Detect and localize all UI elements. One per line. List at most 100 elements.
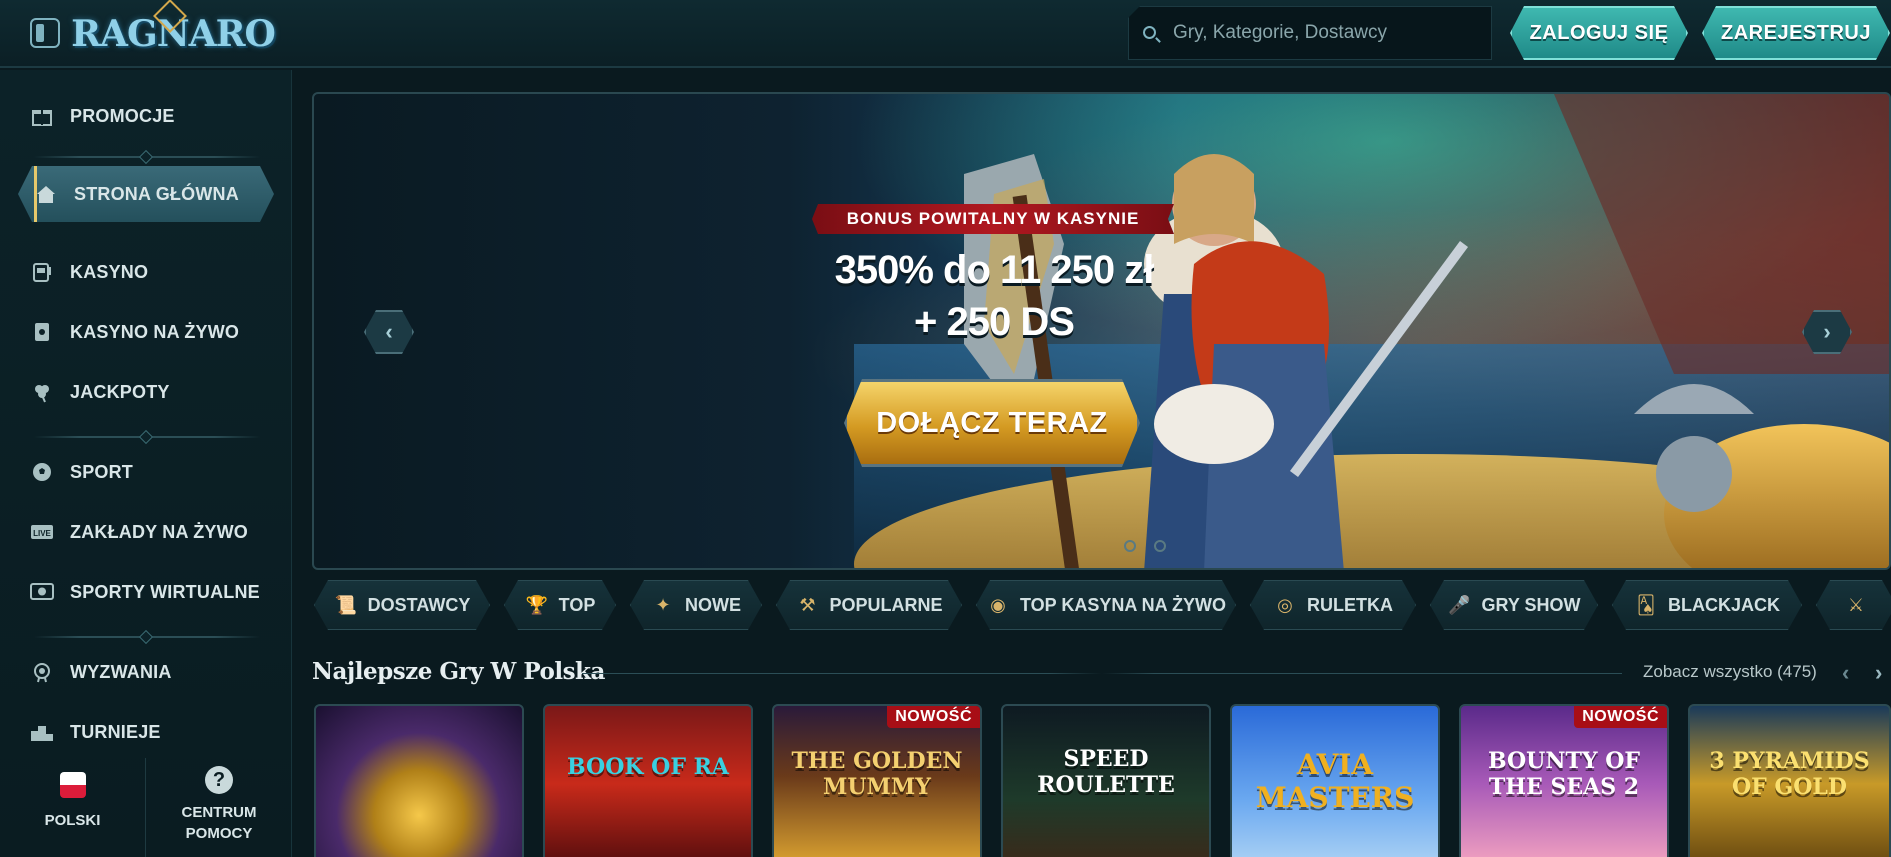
cards-icon: 🂡 [1636, 594, 1656, 615]
language-label: POLSKI [44, 812, 101, 829]
sidebar-item-promocje[interactable]: PROMOCJE [30, 96, 270, 136]
chevron-right-icon: › [1823, 319, 1831, 344]
promo-subheadline: + 250 DS [914, 300, 1075, 344]
category-blackjack[interactable]: 🂡 BLACKJACK [1612, 580, 1802, 630]
logo[interactable]: RAGNARO [71, 6, 276, 62]
sidebar: PROMOCJE STRONA GŁÓWNA KASYNO KASYNO NA … [0, 70, 292, 857]
sidebar-item-label: TURNIEJE [70, 721, 161, 742]
sidebar-item-label: KASYNO NA ŻYWO [70, 321, 240, 342]
carousel-dot[interactable] [1154, 540, 1166, 552]
microphone-icon: 🎤 [1448, 594, 1471, 615]
category-more[interactable]: ⚔ [1816, 580, 1891, 630]
question-icon: ? [205, 766, 233, 794]
sidebar-divider [34, 156, 260, 158]
help-center-link[interactable]: ? CENTRUM POMOCY [145, 758, 292, 857]
language-selector[interactable]: POLSKI [0, 758, 145, 857]
hammer-icon: ⚒ [799, 594, 816, 615]
game-title: THE GOLDEN MUMMY [791, 748, 963, 800]
game-title: SPEED ROULETTE [1037, 746, 1175, 798]
sidebar-item-strona-glowna[interactable]: STRONA GŁÓWNA [18, 166, 274, 222]
game-tile[interactable]: BOOK OF RA [543, 704, 753, 857]
category-label: POPULARNE [829, 594, 943, 615]
register-button[interactable]: ZAREJESTRUJ [1702, 6, 1890, 60]
svg-text:LIVE: LIVE [33, 529, 51, 538]
sidebar-item-label: JACKPOTY [70, 381, 170, 402]
hero-banner[interactable]: BONUS POWITALNY W KASYNIE 350% do 11 250… [312, 92, 1891, 570]
sidebar-item-zaklady-na-zywo[interactable]: LIVE ZAKŁADY NA ŻYWO [30, 512, 270, 552]
sidebar-item-kasyno[interactable]: KASYNO [30, 252, 270, 292]
new-badge: NOWOŚĆ [887, 706, 980, 728]
category-popularne[interactable]: ⚒ POPULARNE [776, 580, 962, 630]
scroll-icon: 📜 [334, 594, 357, 615]
sidebar-item-label: SPORT [70, 461, 134, 482]
new-icon: ✦ [655, 594, 671, 615]
sidebar-item-label: WYZWANIA [70, 661, 172, 682]
chevron-left-icon: ‹ [385, 319, 393, 344]
category-label: TOP KASYNA NA ŻYWO [1019, 594, 1226, 615]
podium-icon [30, 720, 54, 744]
sidebar-divider [34, 436, 260, 438]
category-label: RULETKA [1307, 594, 1393, 615]
trophy-icon: 🏆 [525, 594, 548, 615]
category-top-kasyna[interactable]: ◉ TOP KASYNA NA ŻYWO [976, 580, 1236, 630]
promo-headline: 350% do 11 250 zł [834, 248, 1155, 292]
see-all-link[interactable]: Zobacz wszystko (475) [1643, 662, 1817, 682]
clover-icon [30, 380, 54, 404]
game-tile[interactable]: SPEED ROULETTE [1001, 704, 1211, 857]
game-tile[interactable]: THE GOLDEN MUMMY NOWOŚĆ [772, 704, 982, 857]
category-nowe[interactable]: ✦ NOWE [630, 580, 762, 630]
games-row: BOOK OF RA THE GOLDEN MUMMY NOWOŚĆ SPEED… [314, 704, 1891, 857]
carousel-dot[interactable] [1124, 540, 1136, 552]
promo-badge: BONUS POWITALNY W KASYNIE [812, 204, 1174, 234]
sidebar-item-label: ZAKŁADY NA ŻYWO [70, 521, 248, 542]
category-gry-show[interactable]: 🎤 GRY SHOW [1430, 580, 1598, 630]
game-title: BOUNTY OF THE SEAS 2 [1488, 748, 1640, 800]
section-divider [582, 673, 1622, 674]
home-icon [34, 182, 58, 206]
game-tile[interactable]: AVIA MASTERS [1230, 704, 1440, 857]
sidebar-item-jackpoty[interactable]: JACKPOTY [30, 372, 270, 412]
new-badge: NOWOŚĆ [1574, 706, 1667, 728]
sidebar-item-turnieje[interactable]: TURNIEJE [30, 712, 270, 752]
category-label: GRY SHOW [1481, 594, 1581, 615]
sidebar-item-label: SPORTY WIRTUALNE [70, 581, 260, 602]
sidebar-divider [34, 636, 260, 638]
category-top[interactable]: 🏆 TOP [504, 580, 616, 630]
game-title: AVIA MASTERS [1255, 748, 1415, 814]
category-ruletka[interactable]: ◎ RULETKA [1250, 580, 1416, 630]
sidebar-item-wyzwania[interactable]: WYZWANIA [30, 652, 270, 692]
sidebar-item-sporty-wirtualne[interactable]: SPORTY WIRTUALNE [30, 572, 270, 612]
sidebar-item-kasyno-na-zywo[interactable]: KASYNO NA ŻYWO [30, 312, 270, 352]
game-title: 3 PYRAMIDS OF GOLD [1709, 748, 1870, 800]
sidebar-footer: POLSKI ? CENTRUM POMOCY [0, 758, 292, 857]
slot-machine-icon [30, 260, 54, 284]
game-tile[interactable]: 3 PYRAMIDS OF GOLD [1688, 704, 1891, 857]
live-card-icon [30, 320, 54, 344]
sidebar-item-sport[interactable]: SPORT [30, 452, 270, 492]
section-title: Najlepsze Gry W Polska [312, 658, 605, 685]
game-tile[interactable] [314, 704, 524, 857]
gift-icon [30, 104, 54, 128]
game-tile[interactable]: BOUNTY OF THE SEAS 2 NOWOŚĆ [1459, 704, 1669, 857]
category-bar: 📜 DOSTAWCY 🏆 TOP ✦ NOWE ⚒ POPULARNE ◉ TO… [312, 580, 1891, 630]
login-button[interactable]: ZALOGUJ SIĘ [1510, 6, 1688, 60]
help-label: CENTRUM POMOCY [181, 804, 257, 842]
chevron-right-icon[interactable]: › [1875, 660, 1882, 686]
top-header: RAGNARO ZALOGUJ SIĘ ZAREJESTRUJ [0, 0, 1891, 68]
category-label: DOSTAWCY [367, 594, 471, 615]
category-label: NOWE [685, 594, 741, 615]
carousel-prev-button[interactable]: ‹ [364, 310, 414, 354]
axe-icon: ⚔ [1847, 594, 1865, 615]
category-dostawcy[interactable]: 📜 DOSTAWCY [314, 580, 490, 630]
chip-icon: ◉ [990, 594, 1006, 615]
search-box[interactable] [1128, 6, 1492, 60]
join-now-button[interactable]: DOŁĄCZ TERAZ [844, 379, 1140, 467]
sidebar-toggle-icon[interactable] [30, 18, 60, 48]
sidebar-item-label: KASYNO [70, 261, 149, 282]
category-label: TOP [558, 594, 596, 615]
chevron-left-icon[interactable]: ‹ [1842, 660, 1849, 686]
soccer-ball-icon [30, 460, 54, 484]
virtual-sport-icon [30, 580, 54, 604]
roulette-icon: ◎ [1277, 594, 1293, 615]
search-input[interactable] [1173, 22, 1473, 44]
